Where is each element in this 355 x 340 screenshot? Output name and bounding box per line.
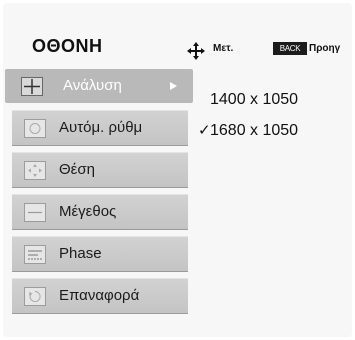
- menu-item-label: Θέση: [59, 161, 95, 178]
- phase-icon: [24, 245, 46, 264]
- menu-item-size[interactable]: Μέγεθος: [12, 194, 188, 230]
- submenu-arrow-icon: [170, 82, 177, 90]
- menu-item-label: Επαναφορά: [59, 287, 140, 304]
- menu-title: ΟΘΟΝΗ: [32, 36, 103, 56]
- option-label: 1680 x 1050: [210, 122, 299, 139]
- osd-menu: ΟΘΟΝΗ Μετ. BACK Προηγ Ανάλυση Αυτόμ. ρύθ…: [3, 3, 352, 337]
- menu-item-phase[interactable]: Phase: [12, 236, 188, 272]
- back-hint-label: Προηγ: [309, 43, 341, 54]
- menu-item-reset[interactable]: Επαναφορά: [12, 278, 188, 314]
- auto-adjust-icon: [24, 119, 46, 138]
- menu-item-label: Μέγεθος: [59, 203, 117, 220]
- menu-item-label: Αυτόμ. ρύθμ: [59, 119, 143, 136]
- resolution-icon: [21, 77, 43, 96]
- back-key-badge: BACK: [273, 42, 307, 55]
- option-1680x1050[interactable]: ✓1680 x 1050: [198, 121, 338, 140]
- option-1400x1050[interactable]: 1400 x 1050: [198, 91, 338, 109]
- reset-icon: [24, 287, 46, 306]
- menu-item-position[interactable]: Θέση: [12, 152, 188, 188]
- position-icon: [24, 161, 46, 180]
- move-hint-label: Μετ.: [213, 43, 234, 54]
- check-mark-icon: ✓: [198, 122, 211, 139]
- menu-item-resolution[interactable]: Ανάλυση: [5, 69, 193, 103]
- option-label: 1400 x 1050: [210, 91, 299, 108]
- menu-header: ΟΘΟΝΗ Μετ. BACK Προηγ: [3, 3, 352, 65]
- menu-item-label: Ανάλυση: [63, 77, 122, 94]
- menu-item-auto-adjust[interactable]: Αυτόμ. ρύθμ: [12, 110, 188, 146]
- size-icon: [24, 203, 46, 222]
- four-way-arrow-icon: [187, 42, 205, 60]
- menu-item-label: Phase: [59, 245, 102, 262]
